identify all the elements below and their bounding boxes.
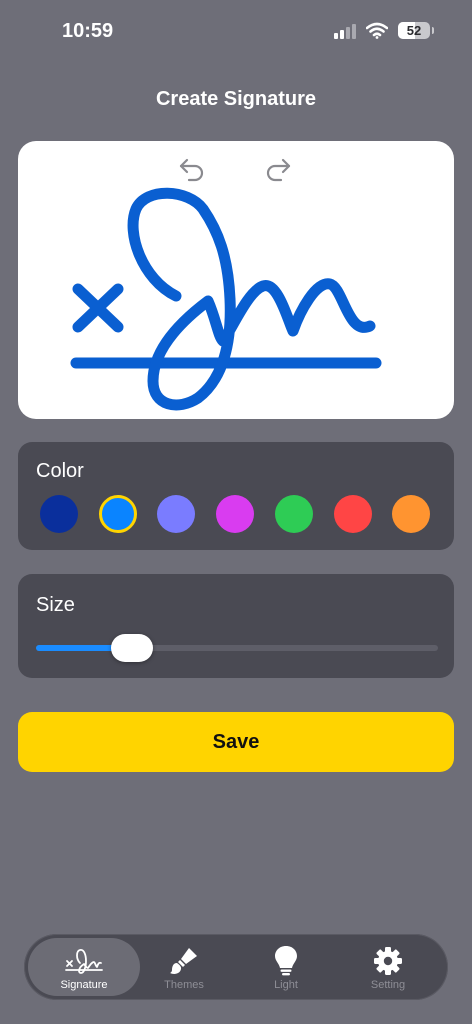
tab-label: Setting — [370, 979, 406, 991]
signature-x-mark — [72, 283, 124, 333]
wifi-icon — [366, 22, 388, 39]
slider-thumb[interactable] — [111, 634, 154, 662]
color-swatch-7[interactable] — [392, 495, 430, 533]
size-panel: Size — [18, 574, 454, 678]
tab-themes[interactable]: Themes — [128, 938, 240, 996]
color-swatch-5[interactable] — [275, 495, 313, 533]
battery-level: 52 — [406, 23, 422, 38]
page-title: Create Signature — [155, 88, 317, 110]
tab-setting[interactable]: Setting — [332, 938, 444, 996]
signature-icon — [65, 949, 103, 974]
gear-icon — [374, 947, 402, 975]
tab-label: Signature — [60, 979, 108, 991]
signature-canvas[interactable] — [18, 141, 454, 419]
signature-stroke — [127, 187, 376, 411]
color-swatch-6[interactable] — [334, 495, 372, 533]
tab-light[interactable]: Light — [230, 938, 342, 996]
color-swatch-3[interactable] — [157, 495, 195, 533]
status-icons: 52 — [334, 22, 434, 39]
tab-label: Light — [274, 979, 298, 991]
paintbrush-icon — [170, 948, 197, 974]
signature-drawing — [70, 187, 382, 411]
color-panel: Color — [18, 442, 454, 550]
color-swatch-2[interactable] — [99, 495, 137, 533]
tab-label: Themes — [164, 979, 204, 991]
lightbulb-icon — [275, 946, 297, 976]
color-swatches — [40, 495, 434, 535]
tab-signature[interactable]: Signature — [28, 938, 140, 996]
size-slider[interactable] — [36, 634, 438, 662]
color-swatch-1[interactable] — [40, 495, 78, 533]
status-bar: 10:59 52 — [0, 0, 472, 60]
save-button[interactable]: Save — [18, 712, 454, 772]
cellular-signal-icon — [334, 23, 356, 39]
tab-bar: Signature Themes Light Setting — [24, 934, 448, 1000]
color-panel-title: Color — [36, 460, 84, 482]
size-panel-title: Size — [36, 594, 75, 616]
color-swatch-4[interactable] — [216, 495, 254, 533]
battery-icon: 52 — [398, 22, 434, 39]
status-time: 10:59 — [62, 20, 114, 42]
